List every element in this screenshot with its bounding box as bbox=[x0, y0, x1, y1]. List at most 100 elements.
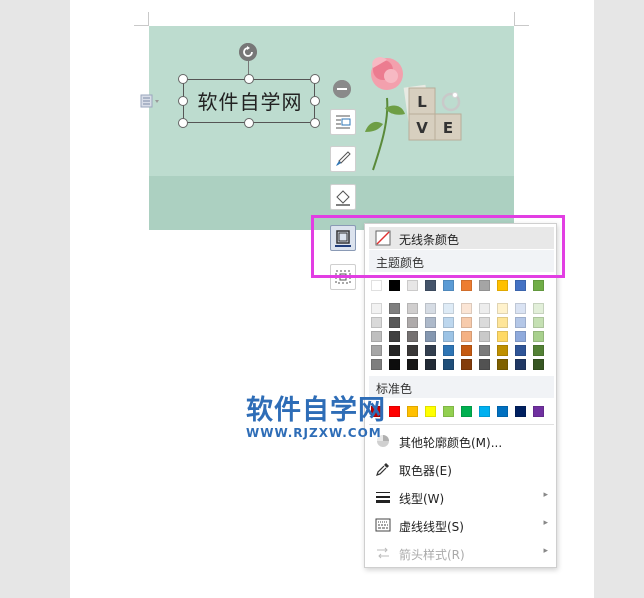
more-outline-colors-item[interactable]: 其他轮廓颜色(M)... bbox=[369, 430, 554, 452]
fill-button[interactable] bbox=[330, 184, 356, 210]
style-button[interactable] bbox=[330, 146, 356, 172]
theme-shade-swatch[interactable] bbox=[497, 331, 508, 342]
theme-shade-swatch[interactable] bbox=[425, 345, 436, 356]
theme-shade-swatch[interactable] bbox=[407, 345, 418, 356]
theme-color-swatch[interactable] bbox=[497, 280, 508, 291]
resize-handle-top-left[interactable] bbox=[178, 74, 188, 84]
resize-handle-top-right[interactable] bbox=[310, 74, 320, 84]
standard-color-swatch[interactable] bbox=[425, 406, 436, 417]
theme-shade-swatch[interactable] bbox=[443, 317, 454, 328]
theme-shade-swatch[interactable] bbox=[371, 317, 382, 328]
resize-handle-bottom-center[interactable] bbox=[244, 118, 254, 128]
theme-shade-swatch[interactable] bbox=[515, 331, 526, 342]
brush-icon bbox=[336, 151, 351, 166]
paragraph-anchor-icon[interactable] bbox=[140, 93, 162, 109]
resize-handle-bottom-left[interactable] bbox=[178, 118, 188, 128]
tile-letter-e: E bbox=[443, 119, 453, 137]
resize-handle-top-center[interactable] bbox=[244, 74, 254, 84]
theme-shade-swatch[interactable] bbox=[389, 317, 400, 328]
theme-shade-swatch[interactable] bbox=[389, 331, 400, 342]
theme-shade-swatch[interactable] bbox=[407, 317, 418, 328]
theme-shade-swatch[interactable] bbox=[461, 331, 472, 342]
theme-color-swatch[interactable] bbox=[479, 280, 490, 291]
standard-color-swatch[interactable] bbox=[515, 406, 526, 417]
theme-shade-swatch[interactable] bbox=[515, 345, 526, 356]
theme-shade-swatch[interactable] bbox=[389, 303, 400, 314]
theme-shade-swatch[interactable] bbox=[497, 303, 508, 314]
line-style-item[interactable]: 线型(W) ▸ bbox=[369, 486, 554, 508]
submenu-arrow-icon: ▸ bbox=[543, 546, 548, 556]
theme-shade-swatch[interactable] bbox=[533, 317, 544, 328]
eyedropper-item[interactable]: 取色器(E) bbox=[369, 458, 554, 480]
theme-shade-swatch[interactable] bbox=[533, 359, 544, 370]
theme-shade-swatch[interactable] bbox=[461, 359, 472, 370]
theme-color-swatch[interactable] bbox=[515, 280, 526, 291]
line-style-label: 线型(W) bbox=[399, 492, 445, 506]
theme-shade-swatch[interactable] bbox=[407, 331, 418, 342]
theme-shade-swatch[interactable] bbox=[425, 359, 436, 370]
theme-shade-swatch[interactable] bbox=[515, 303, 526, 314]
arrow-style-item[interactable]: 箭头样式(R) ▸ bbox=[369, 542, 554, 564]
theme-shade-swatch[interactable] bbox=[533, 303, 544, 314]
theme-shade-swatch[interactable] bbox=[407, 359, 418, 370]
resize-handle-bottom-right[interactable] bbox=[310, 118, 320, 128]
margin-mark-right-v bbox=[514, 12, 515, 26]
theme-color-swatch[interactable] bbox=[407, 280, 418, 291]
theme-shade-swatch[interactable] bbox=[479, 317, 490, 328]
rotate-icon[interactable] bbox=[239, 43, 257, 61]
selected-text-box[interactable]: 软件自学网 bbox=[183, 79, 315, 123]
standard-color-swatch[interactable] bbox=[497, 406, 508, 417]
standard-color-swatch[interactable] bbox=[461, 406, 472, 417]
theme-shade-swatch[interactable] bbox=[497, 317, 508, 328]
theme-shade-swatch[interactable] bbox=[443, 303, 454, 314]
theme-color-swatch[interactable] bbox=[443, 280, 454, 291]
theme-shade-swatch[interactable] bbox=[461, 317, 472, 328]
rotate-connector bbox=[248, 61, 249, 75]
theme-shade-swatch[interactable] bbox=[425, 303, 436, 314]
theme-shade-swatch[interactable] bbox=[407, 303, 418, 314]
standard-color-swatch[interactable] bbox=[533, 406, 544, 417]
theme-shade-swatch[interactable] bbox=[533, 345, 544, 356]
standard-color-swatch[interactable] bbox=[407, 406, 418, 417]
theme-shade-swatch[interactable] bbox=[371, 331, 382, 342]
theme-shade-swatch[interactable] bbox=[497, 345, 508, 356]
theme-shade-swatch[interactable] bbox=[425, 317, 436, 328]
text-box-content[interactable]: 软件自学网 bbox=[184, 86, 316, 115]
theme-shade-swatch[interactable] bbox=[371, 359, 382, 370]
theme-shade-swatch[interactable] bbox=[443, 345, 454, 356]
theme-color-swatch[interactable] bbox=[389, 280, 400, 291]
theme-shade-swatch[interactable] bbox=[443, 331, 454, 342]
theme-shade-swatch[interactable] bbox=[425, 331, 436, 342]
standard-color-swatch[interactable] bbox=[389, 406, 400, 417]
theme-shade-swatch[interactable] bbox=[515, 359, 526, 370]
standard-colors-header: 标准色 bbox=[369, 376, 554, 398]
resize-handle-middle-left[interactable] bbox=[178, 96, 188, 106]
theme-shade-swatch[interactable] bbox=[533, 331, 544, 342]
theme-color-swatch[interactable] bbox=[461, 280, 472, 291]
theme-shade-swatch[interactable] bbox=[479, 345, 490, 356]
dash-line-icon bbox=[375, 518, 391, 532]
theme-color-swatch[interactable] bbox=[533, 280, 544, 291]
theme-shade-swatch[interactable] bbox=[479, 303, 490, 314]
resize-handle-middle-right[interactable] bbox=[310, 96, 320, 106]
theme-shade-swatch[interactable] bbox=[371, 303, 382, 314]
theme-color-swatch[interactable] bbox=[371, 280, 382, 291]
theme-shade-swatch[interactable] bbox=[443, 359, 454, 370]
theme-shade-swatch[interactable] bbox=[389, 345, 400, 356]
theme-shade-swatch[interactable] bbox=[461, 303, 472, 314]
theme-shade-swatch[interactable] bbox=[497, 359, 508, 370]
theme-color-swatch[interactable] bbox=[425, 280, 436, 291]
collapse-toolbar-icon[interactable] bbox=[333, 80, 351, 98]
theme-shade-swatch[interactable] bbox=[461, 345, 472, 356]
theme-shade-swatch[interactable] bbox=[479, 331, 490, 342]
standard-color-swatch[interactable] bbox=[443, 406, 454, 417]
theme-shade-swatch[interactable] bbox=[479, 359, 490, 370]
text-wrap-icon bbox=[336, 115, 351, 129]
submenu-arrow-icon: ▸ bbox=[543, 518, 548, 528]
theme-shade-swatch[interactable] bbox=[515, 317, 526, 328]
dash-style-item[interactable]: 虚线线型(S) ▸ bbox=[369, 514, 554, 536]
standard-color-swatch[interactable] bbox=[479, 406, 490, 417]
theme-shade-swatch[interactable] bbox=[371, 345, 382, 356]
layout-options-button[interactable] bbox=[330, 109, 356, 135]
theme-shade-swatch[interactable] bbox=[389, 359, 400, 370]
